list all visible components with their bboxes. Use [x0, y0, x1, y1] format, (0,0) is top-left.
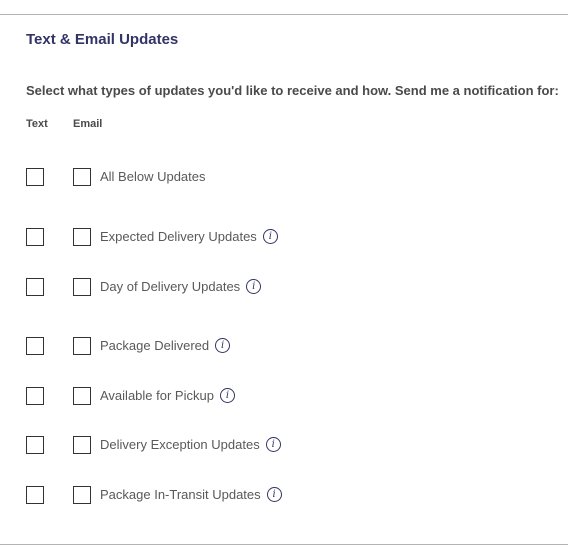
update-label-expected-delivery: Expected Delivery Updates — [100, 229, 257, 244]
row-label: Day of Delivery Updates i — [100, 279, 262, 294]
text-checkbox-available-for-pickup[interactable] — [26, 387, 44, 405]
info-icon[interactable]: i — [215, 338, 231, 353]
instructions-text: Select what types of updates you'd like … — [26, 83, 559, 98]
info-icon[interactable]: i — [219, 388, 235, 403]
email-checkbox-package-in-transit[interactable] — [73, 486, 91, 504]
update-row-available-for-pickup: Available for Pickup i — [0, 387, 568, 407]
update-row-day-of-delivery: Day of Delivery Updates i — [0, 278, 568, 298]
row-label: All Below Updates — [100, 169, 206, 184]
text-checkbox-expected-delivery[interactable] — [26, 228, 44, 246]
update-label-package-in-transit: Package In-Transit Updates — [100, 487, 261, 502]
update-row-all: All Below Updates — [0, 168, 568, 188]
update-row-delivery-exception: Delivery Exception Updates i — [0, 436, 568, 456]
email-checkbox-delivery-exception[interactable] — [73, 436, 91, 454]
email-checkbox-available-for-pickup[interactable] — [73, 387, 91, 405]
update-row-package-delivered: Package Delivered i — [0, 337, 568, 357]
email-checkbox-expected-delivery[interactable] — [73, 228, 91, 246]
info-icon[interactable]: i — [262, 229, 278, 244]
row-label: Expected Delivery Updates i — [100, 229, 278, 244]
update-label-all: All Below Updates — [100, 169, 206, 184]
text-checkbox-all-updates[interactable] — [26, 168, 44, 186]
email-checkbox-all-updates[interactable] — [73, 168, 91, 186]
update-label-package-delivered: Package Delivered — [100, 338, 210, 353]
top-divider — [0, 14, 568, 15]
update-row-expected-delivery: Expected Delivery Updates i — [0, 228, 568, 248]
row-label: Package Delivered i — [100, 338, 231, 353]
update-label-delivery-exception: Delivery Exception Updates — [100, 437, 260, 452]
text-checkbox-package-delivered[interactable] — [26, 337, 44, 355]
row-label: Delivery Exception Updates i — [100, 437, 281, 452]
section-title: Text & Email Updates — [26, 31, 179, 48]
row-label: Package In-Transit Updates i — [100, 487, 282, 502]
bottom-divider — [0, 544, 568, 545]
info-icon[interactable]: i — [265, 437, 281, 452]
text-checkbox-delivery-exception[interactable] — [26, 436, 44, 454]
update-label-available-for-pickup: Available for Pickup — [100, 388, 214, 403]
text-checkbox-package-in-transit[interactable] — [26, 486, 44, 504]
text-column-header: Text — [26, 118, 48, 130]
update-row-package-in-transit: Package In-Transit Updates i — [0, 486, 568, 506]
info-icon[interactable]: i — [246, 279, 262, 294]
email-checkbox-day-of-delivery[interactable] — [73, 278, 91, 296]
email-column-header: Email — [73, 118, 103, 130]
email-checkbox-package-delivered[interactable] — [73, 337, 91, 355]
row-label: Available for Pickup i — [100, 388, 235, 403]
update-label-day-of-delivery: Day of Delivery Updates — [100, 279, 241, 294]
info-icon[interactable]: i — [266, 487, 282, 502]
text-checkbox-day-of-delivery[interactable] — [26, 278, 44, 296]
